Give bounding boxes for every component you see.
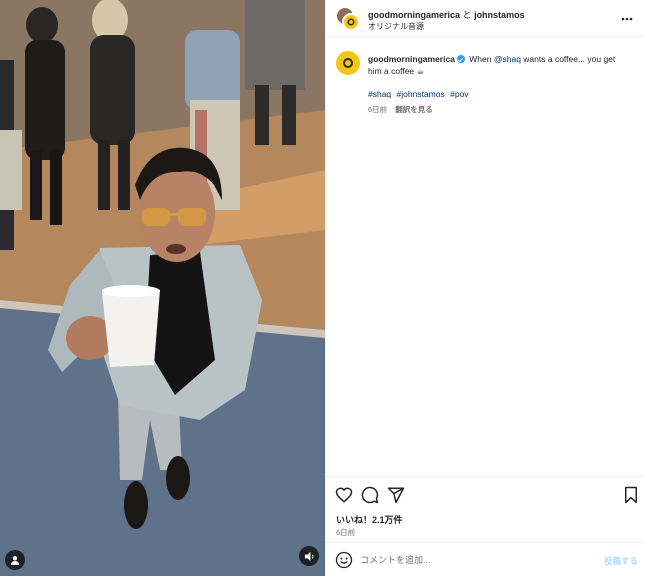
caption-hashtags: #shaq #johnstamos #pov xyxy=(368,89,472,99)
speaker-icon xyxy=(304,551,313,561)
post-date: 6日前 xyxy=(336,528,356,537)
sun-logo-icon xyxy=(347,18,355,26)
caption-text-prefix: When xyxy=(469,54,494,64)
paper-plane-icon[interactable] xyxy=(387,486,405,504)
hashtag-link[interactable]: #shaq xyxy=(368,89,391,99)
hashtag-link[interactable]: #johnstamos xyxy=(397,89,445,99)
heart-icon[interactable] xyxy=(335,486,353,504)
emoji-icon[interactable] xyxy=(335,551,353,569)
post-actions: いいね！2.1万件 6日前 xyxy=(326,476,645,542)
avatar-goodmorningamerica[interactable] xyxy=(342,13,360,31)
post-media[interactable] xyxy=(0,0,325,576)
comment-bar: 投稿する xyxy=(326,542,645,576)
caption-meta: 6日前 翻訳を見る xyxy=(368,104,433,115)
post-authors: goodmorningamerica と johnstamos xyxy=(368,8,525,21)
user-tag-button[interactable] xyxy=(5,550,25,570)
bookmark-icon[interactable] xyxy=(622,486,640,504)
caption-username[interactable]: goodmorningamerica xyxy=(368,54,455,64)
user-tag-icon xyxy=(11,556,19,565)
caption-mention[interactable]: @shaq xyxy=(494,54,521,64)
sun-logo-icon xyxy=(343,58,353,68)
post-header: goodmorningamerica と johnstamos オリジナル音源 xyxy=(326,0,645,37)
post-comment-button[interactable]: 投稿する xyxy=(604,555,638,567)
hashtag-link[interactable]: #pov xyxy=(450,89,468,99)
comment-icon[interactable] xyxy=(361,486,379,504)
author-link-secondary[interactable]: johnstamos xyxy=(474,10,525,20)
collab-avatars[interactable] xyxy=(336,7,360,31)
author-link-primary[interactable]: goodmorningamerica xyxy=(368,10,460,20)
caption-age: 6日前 xyxy=(368,105,388,114)
translate-link[interactable]: 翻訳を見る xyxy=(395,105,433,114)
author-conjunction: と xyxy=(462,10,472,20)
verified-badge-icon xyxy=(456,55,465,63)
audio-toggle-button[interactable] xyxy=(299,546,319,566)
audio-label[interactable]: オリジナル音源 xyxy=(368,21,424,32)
video-frame xyxy=(0,0,325,576)
caption-text: goodmorningamerica When @shaq wants a co… xyxy=(368,53,630,77)
more-options-button[interactable] xyxy=(620,12,634,26)
like-count[interactable]: いいね！2.1万件 xyxy=(336,513,403,526)
more-dots-icon xyxy=(621,17,633,21)
comment-input[interactable] xyxy=(360,552,590,568)
post-sidebar: goodmorningamerica と johnstamos オリジナル音源 … xyxy=(325,0,645,576)
caption-avatar[interactable] xyxy=(336,51,360,75)
